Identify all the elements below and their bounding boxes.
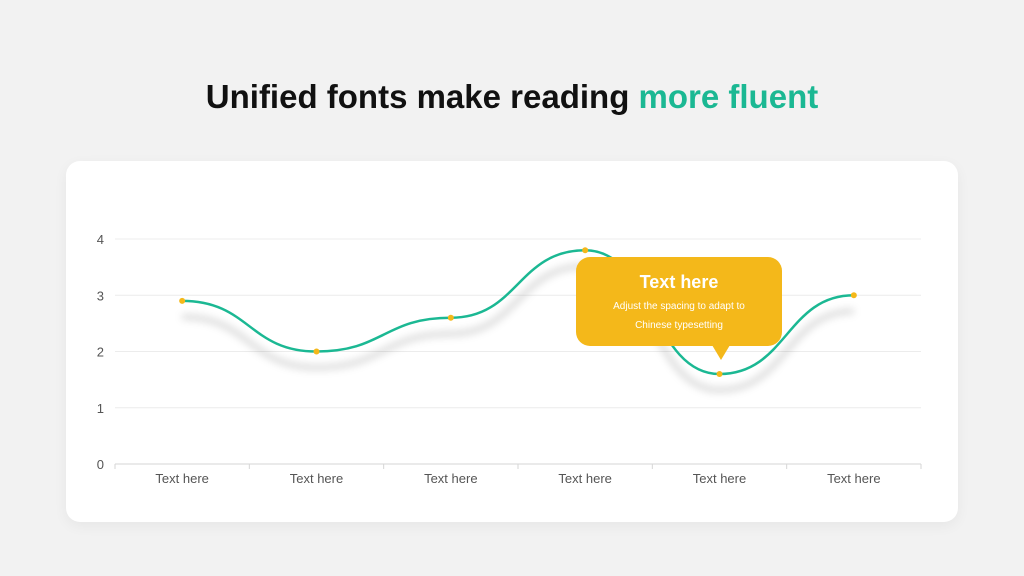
- callout-body: Adjust the spacing to adapt to Chinese t…: [613, 301, 745, 331]
- y-tick-label: 4: [97, 232, 104, 247]
- line-chart: 01234Text here Text here Text here Text her…: [97, 232, 922, 486]
- x-tick-label: Text here: [693, 471, 746, 486]
- grid-layer: [115, 238, 921, 409]
- x-tick-label: Text here: [155, 471, 208, 486]
- data-point: [716, 371, 723, 377]
- x-tick-label: Text here: [424, 471, 477, 486]
- x-tick-label: Text here: [290, 471, 343, 486]
- y-tick-label: 3: [97, 288, 104, 303]
- y-tick-label: 2: [97, 345, 104, 360]
- x-tick-label: Text here: [827, 471, 880, 486]
- data-point: [850, 292, 857, 299]
- chart-callout: Text here Adjust the spacing to adapt to…: [576, 257, 782, 360]
- data-point: [313, 348, 320, 355]
- y-tick-label: 0: [97, 457, 104, 472]
- data-point: [179, 297, 186, 304]
- y-tick-label: 1: [97, 401, 104, 416]
- data-point: [582, 247, 589, 254]
- x-tick-label: Text here: [558, 471, 611, 486]
- data-point: [447, 314, 454, 321]
- axis-layer: 01234Text here Text here Text here Text her…: [97, 232, 922, 486]
- callout-title: Text here: [639, 272, 719, 292]
